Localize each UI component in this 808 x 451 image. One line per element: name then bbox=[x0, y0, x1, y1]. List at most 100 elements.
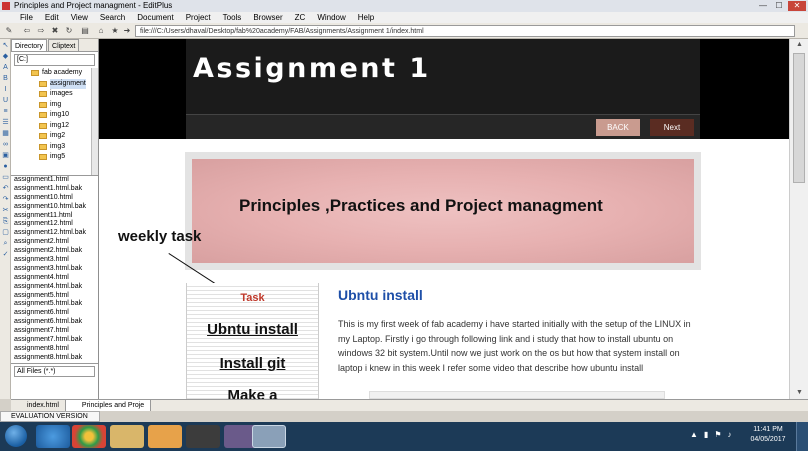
menu-edit[interactable]: Edit bbox=[39, 12, 65, 23]
menu-document[interactable]: Document bbox=[131, 12, 179, 23]
nav-link-install-git[interactable]: Install git bbox=[187, 355, 318, 372]
back-arrow-icon[interactable]: ⇦ bbox=[22, 26, 32, 36]
file-filter-select[interactable]: All Files (*.*) bbox=[14, 366, 95, 377]
explorer-icon[interactable] bbox=[110, 425, 144, 448]
file-item[interactable]: assignment12.html.bak bbox=[14, 229, 98, 238]
file-item[interactable]: assignment5.html bbox=[14, 292, 98, 301]
underline-icon[interactable]: U bbox=[1, 97, 10, 105]
nav-link-task[interactable]: Task bbox=[187, 292, 318, 304]
address-input[interactable]: file:///C:/Users/dhaval/Desktop/fab%20ac… bbox=[135, 25, 795, 37]
file-item[interactable]: assignment8.html bbox=[14, 345, 98, 354]
file-item[interactable]: assignment4.html bbox=[14, 274, 98, 283]
app-icon-5[interactable] bbox=[186, 425, 220, 448]
tray-network-icon[interactable]: ▮ bbox=[704, 430, 708, 439]
clock[interactable]: 11:41 PM 04/05/2017 bbox=[748, 425, 788, 445]
scroll-up-icon[interactable]: ▲ bbox=[790, 39, 808, 51]
folder-node[interactable]: img bbox=[11, 100, 98, 111]
file-item[interactable]: assignment10.html.bak bbox=[14, 203, 98, 212]
folder-node[interactable]: fab academy bbox=[11, 68, 98, 79]
check-icon[interactable]: ✓ bbox=[1, 251, 10, 259]
chrome-icon[interactable] bbox=[72, 425, 106, 448]
go-icon[interactable]: ➜ bbox=[122, 26, 132, 36]
file-item[interactable]: assignment6.html.bak bbox=[14, 318, 98, 327]
menu-project[interactable]: Project bbox=[180, 12, 217, 23]
cursor-icon[interactable]: ↖ bbox=[1, 42, 10, 50]
scroll-down-icon[interactable]: ▼ bbox=[790, 387, 808, 399]
file-item[interactable]: assignment5.html.bak bbox=[14, 300, 98, 309]
link-icon[interactable]: ∞ bbox=[1, 141, 10, 149]
folder-node[interactable]: images bbox=[11, 89, 98, 100]
paste-icon[interactable]: ▢ bbox=[1, 229, 10, 237]
drive-select[interactable]: [C:] bbox=[14, 54, 95, 66]
file-item[interactable]: assignment10.html bbox=[14, 194, 98, 203]
ie-icon[interactable] bbox=[36, 425, 70, 448]
file-item[interactable]: assignment2.html.bak bbox=[14, 247, 98, 256]
file-item[interactable]: assignment3.html bbox=[14, 256, 98, 265]
show-desktop-button[interactable] bbox=[796, 422, 808, 451]
start-button[interactable] bbox=[5, 425, 27, 447]
menu-zc[interactable]: ZC bbox=[289, 12, 312, 23]
pencil-icon[interactable]: ✎ bbox=[4, 26, 14, 36]
document-tab[interactable]: index.html bbox=[11, 400, 66, 411]
stop-icon[interactable]: ✖ bbox=[50, 26, 60, 36]
bold-icon[interactable]: B bbox=[1, 75, 10, 83]
nav-link-ubntu-install[interactable]: Ubntu install bbox=[187, 321, 318, 338]
file-item[interactable]: assignment7.html bbox=[14, 327, 98, 336]
menu-browser[interactable]: Browser bbox=[247, 12, 288, 23]
document-tab[interactable]: Principles and Proje bbox=[65, 400, 152, 411]
folder-node[interactable]: img3 bbox=[11, 142, 98, 153]
menu-file[interactable]: File bbox=[14, 12, 39, 23]
favorite-icon[interactable]: ★ bbox=[110, 26, 120, 36]
undo-icon[interactable]: ↶ bbox=[1, 185, 10, 193]
minimize-icon[interactable]: — bbox=[756, 1, 770, 11]
close-icon[interactable]: ✕ bbox=[788, 1, 806, 11]
folder-node[interactable]: img5 bbox=[11, 152, 98, 163]
copy-icon[interactable]: ⎘ bbox=[1, 218, 10, 226]
list-icon[interactable]: ☰ bbox=[1, 119, 10, 127]
tab-cliptext[interactable]: Cliptext bbox=[48, 39, 80, 51]
file-item[interactable]: assignment3.html.bak bbox=[14, 265, 98, 274]
back-button[interactable]: BACK bbox=[596, 119, 640, 136]
tray-arrow-icon[interactable]: ▲ bbox=[690, 430, 698, 439]
menu-tools[interactable]: Tools bbox=[217, 12, 248, 23]
folder-node[interactable]: img12 bbox=[11, 121, 98, 132]
font-icon[interactable]: A bbox=[1, 64, 10, 72]
next-button[interactable]: Next bbox=[650, 119, 694, 136]
home-icon[interactable]: ⌂ bbox=[96, 26, 106, 36]
forward-arrow-icon[interactable]: ⇨ bbox=[36, 26, 46, 36]
folder-node[interactable]: img10 bbox=[11, 110, 98, 121]
table-icon[interactable]: ▦ bbox=[1, 130, 10, 138]
color-icon[interactable]: ● bbox=[1, 163, 10, 171]
nav-link-make[interactable]: Make a bbox=[187, 387, 318, 399]
image-icon[interactable]: ▣ bbox=[1, 152, 10, 160]
tree-scrollbar[interactable] bbox=[91, 68, 98, 175]
page-icon[interactable]: ▤ bbox=[80, 26, 90, 36]
file-item[interactable]: assignment1.html bbox=[14, 176, 98, 185]
tab-directory[interactable]: Directory bbox=[11, 39, 48, 51]
browser-scrollbar[interactable]: ▲ ▼ bbox=[789, 39, 808, 399]
editplus-taskbar-icon[interactable] bbox=[252, 425, 286, 448]
redo-icon[interactable]: ↷ bbox=[1, 196, 10, 204]
file-item[interactable]: assignment6.html bbox=[14, 309, 98, 318]
scroll-thumb[interactable] bbox=[793, 53, 805, 183]
tray-volume-icon[interactable]: ♪ bbox=[728, 430, 732, 439]
menu-window[interactable]: Window bbox=[311, 12, 351, 23]
italic-icon[interactable]: I bbox=[1, 86, 10, 94]
tray-flag-icon[interactable]: ⚑ bbox=[714, 430, 721, 439]
cut-icon[interactable]: ✂ bbox=[1, 207, 10, 215]
file-item[interactable]: assignment8.html.bak bbox=[14, 354, 98, 363]
file-item[interactable]: assignment2.html bbox=[14, 238, 98, 247]
html-icon[interactable]: ◆ bbox=[1, 53, 10, 61]
file-item[interactable]: assignment7.html.bak bbox=[14, 336, 98, 345]
file-item[interactable]: assignment11.html bbox=[14, 212, 98, 221]
menu-search[interactable]: Search bbox=[94, 12, 131, 23]
file-item[interactable]: assignment1.html.bak bbox=[14, 185, 98, 194]
align-icon[interactable]: ≡ bbox=[1, 108, 10, 116]
file-item[interactable]: assignment12.html bbox=[14, 220, 98, 229]
menu-view[interactable]: View bbox=[65, 12, 94, 23]
find-icon[interactable]: ⌕ bbox=[1, 240, 10, 248]
file-item[interactable]: assignment4.html.bak bbox=[14, 283, 98, 292]
media-player-icon[interactable] bbox=[148, 425, 182, 448]
form-icon[interactable]: ▭ bbox=[1, 174, 10, 182]
maximize-icon[interactable]: ☐ bbox=[772, 1, 786, 11]
